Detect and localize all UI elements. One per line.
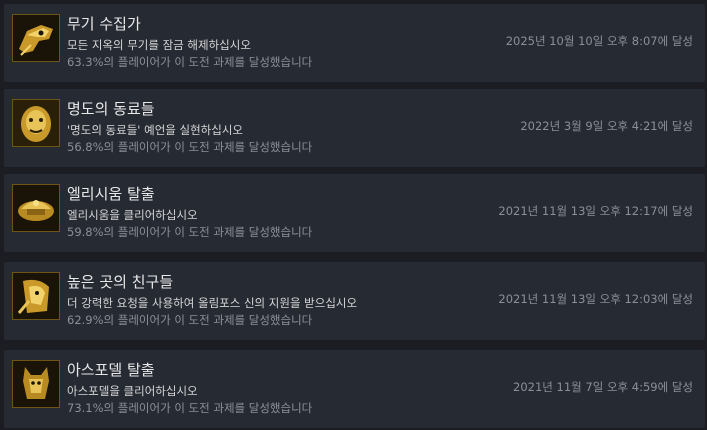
achievement-percent: 56.8%의 플레이어가 이 도전 과제를 달성했습니다 (67, 140, 313, 154)
achievement-title: 명도의 동료들 (67, 100, 155, 118)
companion-face-icon (12, 99, 60, 147)
olympian-god-icon (12, 272, 60, 320)
achievement-percent: 63.3%의 플레이어가 이 도전 과제를 달성했습니다 (67, 55, 313, 69)
achievement-description: '명도의 동료들' 예언을 실현하십시오 (67, 123, 243, 137)
achievement-title: 무기 수집가 (67, 15, 141, 33)
achievement-percent: 59.8%의 플레이어가 이 도전 과제를 달성했습니다 (67, 225, 313, 239)
achievement-row[interactable]: 엘리시움 탈출 엘리시움을 클리어하십시오 59.8%의 플레이어가 이 도전 … (4, 174, 705, 252)
achievement-description: 모든 지옥의 무기를 잠금 해제하십시오 (67, 38, 251, 52)
achievement-unlock-date: 2025년 10월 10일 오후 8:07에 달성 (505, 34, 693, 48)
achievement-row[interactable]: 명도의 동료들 '명도의 동료들' 예언을 실현하십시오 56.8%의 플레이어… (4, 89, 705, 167)
achievement-percent: 62.9%의 플레이어가 이 도전 과제를 달성했습니다 (67, 313, 313, 327)
achievement-unlock-date: 2021년 11월 13일 오후 12:17에 달성 (498, 204, 693, 218)
achievement-unlock-date: 2021년 11월 7일 오후 4:59에 달성 (513, 380, 693, 394)
achievement-percent: 73.1%의 플레이어가 이 도전 과제를 달성했습니다 (67, 401, 313, 415)
achievement-row[interactable]: 무기 수집가 모든 지옥의 무기를 잠금 해제하십시오 63.3%의 플레이어가… (4, 4, 705, 82)
achievement-list: 무기 수집가 모든 지옥의 무기를 잠금 해제하십시오 63.3%의 플레이어가… (0, 0, 707, 430)
achievement-description: 아스포델을 클리어하십시오 (67, 384, 198, 398)
achievement-unlock-date: 2021년 11월 13일 오후 12:03에 달성 (498, 292, 693, 306)
achievement-description: 더 강력한 요청을 사용하여 올림포스 신의 지원을 받으십시오 (67, 296, 358, 310)
achievement-title: 아스포델 탈출 (67, 361, 155, 379)
achievement-unlock-date: 2022년 3월 9일 오후 4:21에 달성 (520, 119, 693, 133)
elysium-helmet-icon (12, 184, 60, 232)
achievement-description: 엘리시움을 클리어하십시오 (67, 208, 198, 222)
achievement-row[interactable]: 아스포델 탈출 아스포델을 클리어하십시오 73.1%의 플레이어가 이 도전 … (4, 350, 705, 428)
achievement-title: 엘리시움 탈출 (67, 185, 155, 203)
achievement-title: 높은 곳의 친구들 (67, 273, 174, 291)
achievement-row[interactable]: 높은 곳의 친구들 더 강력한 요청을 사용하여 올림포스 신의 지원을 받으십… (4, 262, 705, 340)
skull-weapon-icon (12, 14, 60, 62)
asphodel-creature-icon (12, 360, 60, 408)
